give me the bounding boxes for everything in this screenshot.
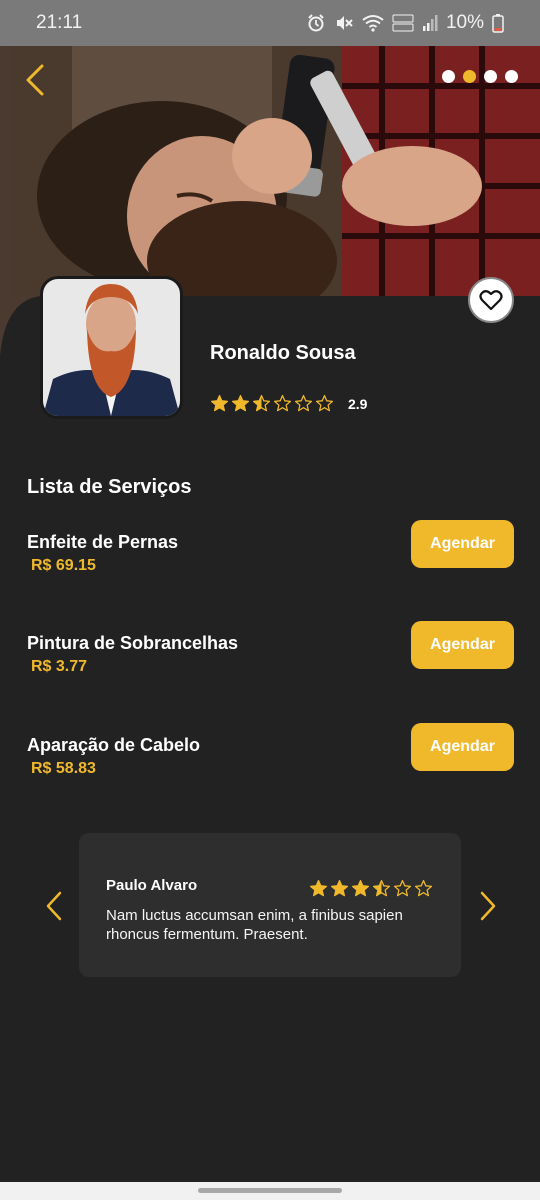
favorite-button[interactable] bbox=[468, 277, 514, 323]
review-stars bbox=[309, 879, 433, 898]
book-button[interactable]: Agendar bbox=[411, 520, 514, 568]
rating-stars bbox=[210, 394, 334, 413]
star-empty-icon bbox=[393, 879, 412, 897]
back-arrow-icon[interactable] bbox=[20, 62, 50, 98]
star-half-icon bbox=[372, 879, 391, 897]
volte-icon bbox=[392, 14, 414, 32]
star-empty-icon bbox=[294, 394, 313, 412]
star-full-icon bbox=[330, 879, 349, 897]
carousel-indicators bbox=[442, 70, 518, 83]
service-price: R$ 58.83 bbox=[31, 760, 96, 777]
book-button[interactable]: Agendar bbox=[411, 723, 514, 771]
service-item: Pintura de Sobrancelhas R$ 3.77 Agendar bbox=[27, 621, 514, 693]
services-title: Lista de Serviços bbox=[27, 476, 192, 498]
carousel-dot-active[interactable] bbox=[463, 70, 476, 83]
reviewer-name: Paulo Alvaro bbox=[106, 877, 198, 894]
home-indicator[interactable] bbox=[198, 1188, 342, 1193]
service-price: R$ 3.77 bbox=[31, 658, 88, 675]
carousel-dot[interactable] bbox=[484, 70, 497, 83]
status-time: 21:11 bbox=[36, 12, 83, 33]
service-item: Enfeite de Pernas R$ 69.15 Agendar bbox=[27, 520, 514, 592]
review-prev-icon[interactable] bbox=[44, 890, 64, 922]
battery-level: 10% bbox=[445, 12, 484, 33]
service-name: Aparação de Cabelo bbox=[27, 735, 201, 755]
rating-row: 2.9 bbox=[210, 394, 367, 413]
mute-icon bbox=[336, 16, 353, 30]
service-item: Aparação de Cabelo R$ 58.83 Agendar bbox=[27, 723, 514, 795]
wifi-icon bbox=[362, 15, 384, 32]
review-next-icon[interactable] bbox=[478, 890, 498, 922]
alarm-icon bbox=[308, 14, 324, 32]
star-full-icon bbox=[351, 879, 370, 897]
service-name: Pintura de Sobrancelhas bbox=[27, 633, 239, 653]
star-full-icon bbox=[231, 394, 250, 412]
signal-icon bbox=[422, 15, 438, 31]
carousel-dot[interactable] bbox=[505, 70, 518, 83]
avatar bbox=[40, 276, 183, 419]
star-full-icon bbox=[309, 879, 328, 897]
card-corner bbox=[0, 296, 40, 356]
previous-slide-edge bbox=[0, 46, 12, 296]
heart-icon bbox=[479, 290, 503, 311]
star-full-icon bbox=[210, 394, 229, 412]
hero-image bbox=[12, 46, 540, 296]
barber-name: Ronaldo Sousa bbox=[210, 342, 356, 364]
star-half-icon bbox=[252, 394, 271, 412]
status-bar: 21:11 10% bbox=[0, 0, 540, 46]
rating-value: 2.9 bbox=[348, 395, 368, 412]
star-empty-icon bbox=[414, 879, 433, 897]
service-name: Enfeite de Pernas bbox=[27, 532, 179, 552]
service-price: R$ 69.15 bbox=[31, 557, 96, 574]
review-text: Nam luctus accumsan enim, a finibus sapi… bbox=[106, 907, 403, 943]
book-button[interactable]: Agendar bbox=[411, 621, 514, 669]
review-card: Paulo Alvaro Nam luctus accumsan enim, a… bbox=[79, 833, 461, 977]
star-empty-icon bbox=[273, 394, 292, 412]
status-icons: 10% bbox=[306, 12, 504, 34]
battery-icon bbox=[492, 14, 504, 33]
carousel-dot[interactable] bbox=[442, 70, 455, 83]
star-empty-icon bbox=[315, 394, 334, 412]
